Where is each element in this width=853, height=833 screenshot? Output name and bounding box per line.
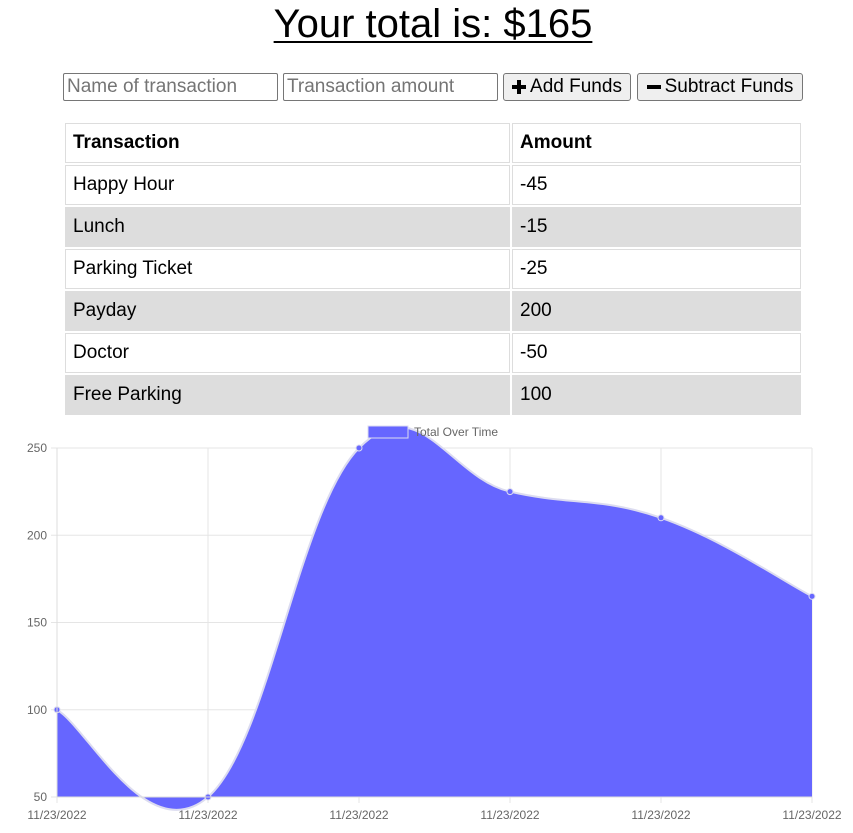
transaction-name: Doctor (65, 333, 510, 373)
data-point (808, 592, 816, 600)
y-tick-label: 100 (27, 703, 47, 717)
table-row: Happy Hour -45 (65, 165, 801, 205)
table-row: Free Parking 100 (65, 375, 801, 415)
table-row: Lunch -15 (65, 207, 801, 247)
transaction-name: Happy Hour (65, 165, 510, 205)
subtract-funds-label: Subtract Funds (664, 76, 794, 97)
legend-swatch (367, 425, 409, 439)
data-point (506, 488, 514, 496)
transaction-name: Parking Ticket (65, 249, 510, 289)
y-tick-label: 250 (27, 441, 47, 455)
total-over-time-chart: 50 100 150 200 250 11/23/2022 11/23/2022 11/23/… (27, 425, 842, 822)
transaction-amount: -25 (512, 249, 801, 289)
transaction-amount: -50 (512, 333, 801, 373)
transaction-amount: 200 (512, 291, 801, 331)
add-funds-button[interactable]: Add Funds (503, 73, 631, 101)
series-area (57, 427, 812, 810)
transaction-name: Payday (65, 291, 510, 331)
transaction-amount: -45 (512, 165, 801, 205)
transaction-table: Transaction Amount Happy Hour -45 Lunch … (63, 121, 803, 417)
x-tick-label: 11/23/2022 (480, 808, 539, 822)
transaction-name-input[interactable] (63, 73, 278, 101)
minus-icon (646, 80, 661, 94)
x-tick-label: 11/23/2022 (27, 808, 86, 822)
y-tick-label: 50 (34, 790, 48, 804)
x-tick-label: 11/23/2022 (178, 808, 237, 822)
transaction-amount-input[interactable] (283, 73, 498, 101)
column-header-amount: Amount (512, 123, 801, 163)
table-row: Parking Ticket -25 (65, 249, 801, 289)
transaction-amount: 100 (512, 375, 801, 415)
x-tick-label: 11/23/2022 (782, 808, 841, 822)
subtract-funds-button[interactable]: Subtract Funds (637, 73, 803, 101)
column-header-transaction: Transaction (65, 123, 510, 163)
plus-icon (512, 80, 527, 94)
transaction-name: Lunch (65, 207, 510, 247)
data-point (657, 514, 665, 522)
page-title: Your total is: $165 (273, 2, 593, 46)
transaction-name: Free Parking (65, 375, 510, 415)
legend-label: Total Over Time (414, 425, 498, 439)
table-row: Doctor -50 (65, 333, 801, 373)
add-funds-label: Add Funds (530, 76, 622, 97)
transaction-amount: -15 (512, 207, 801, 247)
data-point (355, 444, 363, 452)
x-tick-label: 11/23/2022 (329, 808, 388, 822)
y-tick-label: 150 (27, 616, 47, 630)
x-tick-label: 11/23/2022 (631, 808, 690, 822)
y-tick-label: 200 (27, 528, 47, 542)
table-row: Payday 200 (65, 291, 801, 331)
table-header-row: Transaction Amount (65, 123, 801, 163)
